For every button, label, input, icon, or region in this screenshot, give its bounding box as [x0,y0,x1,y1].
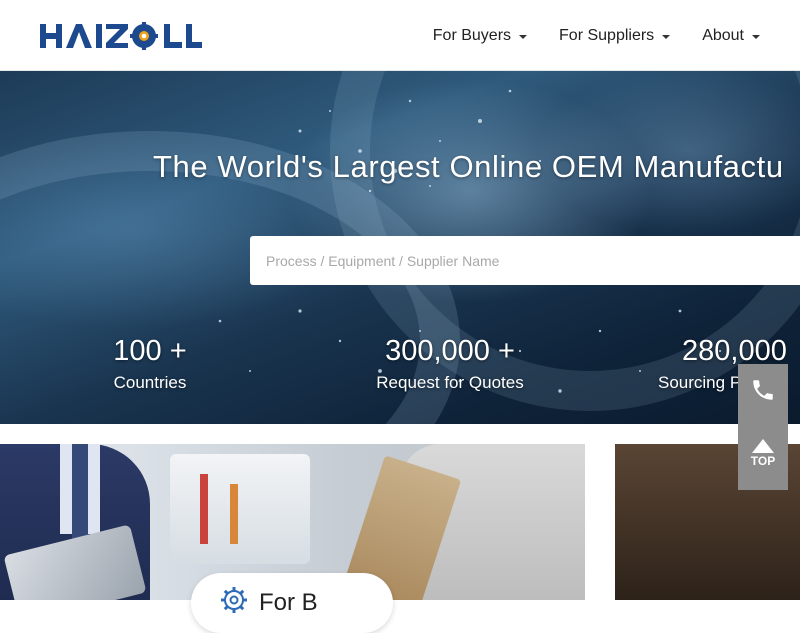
stat-value: 100 + [113,335,187,367]
nav-about-label: About [702,26,744,44]
phone-icon [753,380,773,400]
back-to-top-label: TOP [750,453,776,468]
nav-for-buyers[interactable]: For Buyers [432,26,528,45]
for-buyers-pill-label: For B [259,589,318,616]
stat-value: 300,000 + [385,335,515,367]
hero-banner: The World's Largest Online OEM Manufactu… [0,71,800,424]
factory-machine-image [170,454,310,564]
machine-detail [230,484,238,544]
nav-for-suppliers-label: For Suppliers [559,26,655,44]
stat-requests: 300,000 + Request for Quotes [360,335,540,393]
arrow-up-icon [752,438,774,453]
stat-value: 280,000 [682,335,787,367]
caret-down-icon [752,34,760,39]
for-buyers-pill[interactable]: For B [191,573,393,633]
machine-detail [200,474,208,544]
contact-phone-button[interactable] [738,364,788,416]
haizol-logo[interactable] [40,22,202,50]
stat-label: Request for Quotes [376,373,524,392]
gear-icon [221,587,247,613]
hero-title: The World's Largest Online OEM Manufactu [153,149,784,184]
stat-countries: 100 + Countries [100,335,200,393]
nav-about[interactable]: About [702,27,760,45]
businessman-tie [72,444,88,544]
site-header: For Buyers For Suppliers About [0,0,800,71]
search-input[interactable] [250,236,800,285]
nav-for-suppliers[interactable]: For Suppliers [559,26,671,45]
caret-down-icon [662,34,671,39]
caret-down-icon [519,34,528,39]
nav-for-buyers-label: For Buyers [432,26,512,44]
stat-label: Countries [113,373,187,392]
back-to-top-button[interactable]: TOP [738,416,788,490]
main-nav: For Buyers For Suppliers About [433,0,800,71]
